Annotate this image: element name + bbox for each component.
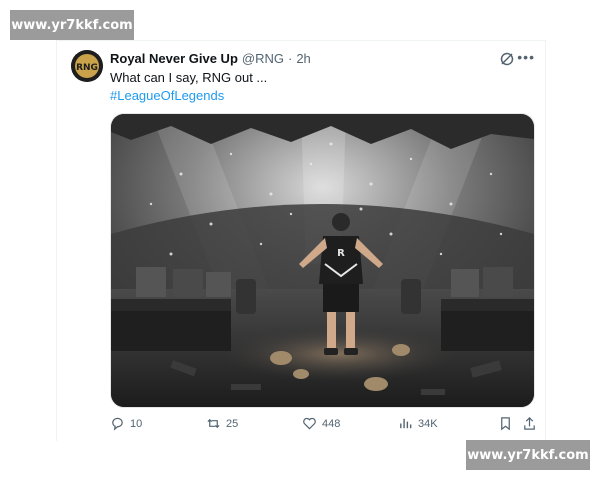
tweet-image[interactable]: R	[110, 113, 535, 408]
post-time[interactable]: 2h	[296, 51, 310, 66]
grok-icon[interactable]	[499, 51, 515, 67]
views-icon	[400, 418, 412, 429]
bookmark-button[interactable]	[498, 416, 513, 431]
share-icon	[524, 417, 535, 430]
reply-count: 10	[130, 417, 143, 430]
author-name[interactable]: Royal Never Give Up	[110, 51, 238, 66]
avatar[interactable]: RNG	[71, 50, 103, 82]
watermark-top: www.yr7kkf.com	[10, 10, 134, 40]
views-button[interactable]: 34K	[398, 416, 438, 431]
more-options-icon[interactable]: •••	[517, 49, 535, 65]
reply-button[interactable]: 10	[110, 416, 142, 431]
share-button[interactable]	[522, 416, 537, 431]
watermark-bottom: www.yr7kkf.com	[466, 440, 590, 470]
avatar-logo-text: RNG	[76, 63, 98, 73]
heart-icon	[303, 417, 316, 430]
repost-button[interactable]: 25	[206, 416, 238, 431]
view-count: 34K	[418, 417, 438, 430]
reply-icon	[112, 417, 123, 431]
hashtag-link[interactable]: #LeagueOfLegends	[110, 87, 267, 105]
jersey-logo-text: R	[337, 248, 345, 259]
repost-icon	[207, 418, 220, 429]
like-count: 448	[322, 417, 341, 430]
tweet-card[interactable]: RNG Royal Never Give Up @RNG · 2h ••• Wh…	[56, 40, 546, 441]
tweet-header: Royal Never Give Up @RNG · 2h	[110, 51, 311, 66]
tweet-text: What can I say, RNG out ...	[110, 70, 268, 85]
tweet-text-block: What can I say, RNG out ... #LeagueOfLeg…	[110, 69, 267, 105]
separator-dot: ·	[287, 51, 293, 66]
author-handle[interactable]: @RNG	[242, 51, 284, 66]
bookmark-icon	[501, 417, 510, 431]
rng-logo-icon: RNG	[71, 50, 103, 82]
like-button[interactable]: 448	[302, 416, 340, 431]
repost-count: 25	[226, 417, 239, 430]
arena-illustration: R	[111, 114, 534, 407]
action-bar: 10 25 448 34K	[110, 416, 540, 436]
